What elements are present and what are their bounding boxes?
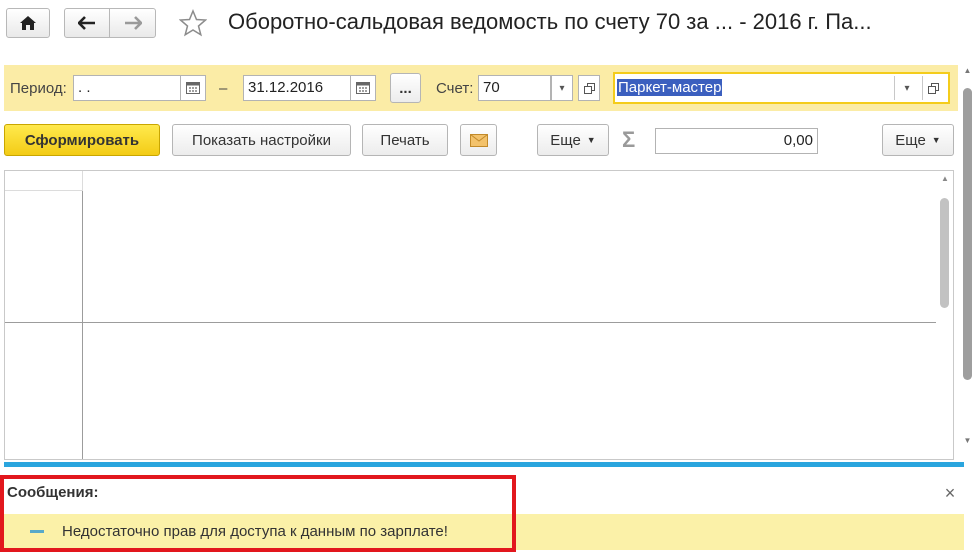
account-label: Счет: — [436, 80, 474, 97]
page-scroll-down[interactable]: ▼ — [962, 436, 973, 450]
show-settings-button[interactable]: Показать настройки — [172, 124, 351, 156]
chevron-down-icon: ▾ — [559, 82, 565, 94]
print-button[interactable]: Печать — [362, 124, 448, 156]
open-window-icon — [583, 82, 595, 94]
organization-value: Паркет-мастер — [617, 79, 723, 96]
organization-open-button[interactable] — [922, 76, 944, 100]
generate-button[interactable]: Сформировать — [4, 124, 160, 156]
sum-field: 0,00 — [655, 128, 818, 154]
close-icon: × — [944, 483, 956, 503]
period-label: Период: — [10, 80, 67, 97]
arrow-right-icon — [124, 16, 142, 30]
more-menu-button-2[interactable]: Еще ▼ — [882, 124, 954, 156]
account-dropdown-button[interactable]: ▾ — [551, 75, 573, 101]
grid-line — [82, 191, 83, 459]
home-button[interactable] — [6, 8, 50, 38]
chevron-down-icon: ▼ — [931, 135, 941, 145]
account-open-button[interactable] — [578, 75, 600, 101]
arrow-left-icon — [78, 16, 95, 30]
ellipsis-label: ... — [399, 79, 412, 97]
grid-line — [5, 322, 936, 323]
more-menu-button[interactable]: Еще ▼ — [537, 124, 609, 156]
grid-line — [82, 171, 83, 191]
favorite-star-button[interactable] — [178, 8, 208, 38]
organization-dropdown-button[interactable]: ▾ — [896, 76, 918, 100]
report-scrollbar-thumb[interactable] — [940, 198, 949, 308]
send-email-button[interactable] — [460, 124, 497, 156]
period-from-field[interactable]: . . — [73, 75, 181, 101]
calendar-icon — [356, 82, 370, 94]
page-title: Оборотно-сальдовая ведомость по счету 70… — [228, 9, 872, 34]
envelope-icon — [469, 133, 488, 147]
period-to-calendar-button[interactable] — [350, 75, 376, 101]
account-field[interactable]: 70 — [478, 75, 551, 101]
report-scroll-up[interactable]: ▲ — [939, 174, 951, 188]
more-label-2: Еще — [895, 131, 926, 149]
sum-icon: Σ — [622, 127, 636, 152]
messages-close-button[interactable]: × — [942, 484, 958, 502]
page-scrollbar-thumb[interactable] — [963, 88, 972, 380]
open-window-icon — [928, 82, 939, 94]
organization-field[interactable]: Паркет-мастер — [617, 76, 895, 100]
period-select-button[interactable]: ... — [390, 73, 421, 103]
period-to-field[interactable]: 31.12.2016 — [243, 75, 351, 101]
page-scroll-up[interactable]: ▲ — [962, 66, 973, 80]
forward-button[interactable] — [109, 8, 156, 38]
period-dash: – — [219, 80, 228, 97]
back-button[interactable] — [64, 8, 110, 38]
organization-divider — [894, 76, 895, 100]
period-from-calendar-button[interactable] — [180, 75, 206, 101]
highlight-frame — [0, 475, 516, 552]
chevron-down-icon: ▼ — [586, 135, 596, 145]
grid-line — [5, 190, 83, 191]
report-spreadsheet[interactable] — [4, 170, 954, 460]
star-icon — [179, 9, 207, 37]
home-icon — [20, 16, 36, 30]
more-label: Еще — [550, 131, 581, 149]
calendar-icon — [186, 82, 200, 94]
messages-splitter[interactable] — [4, 462, 964, 467]
chevron-down-icon: ▾ — [904, 82, 910, 94]
